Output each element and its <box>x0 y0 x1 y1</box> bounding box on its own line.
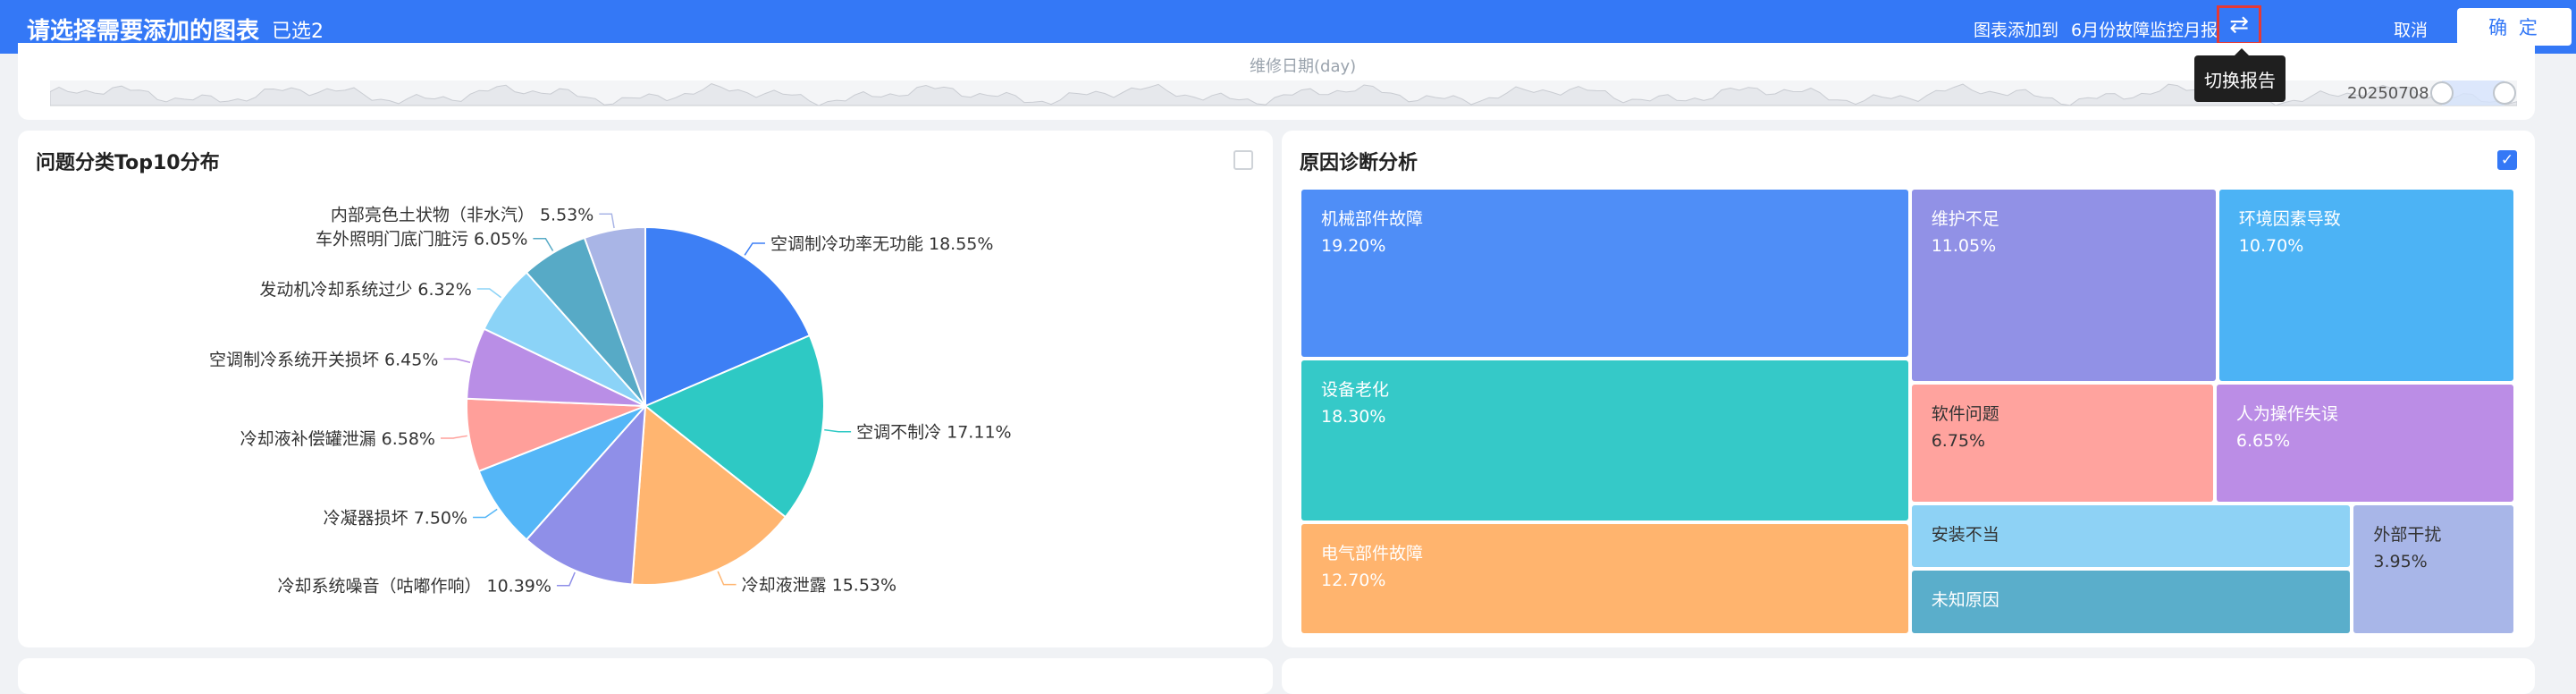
timeline-end-date: 20250708 <box>2347 84 2429 103</box>
treemap-cell[interactable]: 人为操作失误 6.65% <box>2216 385 2513 502</box>
treemap-card-title: 原因诊断分析 <box>1300 152 1418 174</box>
pie-chart-card[interactable]: 问题分类Top10分布 空调制冷功率无功能 18.55% 空调不制冷 17.11%… <box>18 131 1273 647</box>
treemap-card-checkbox[interactable]: ✓ <box>2497 150 2517 170</box>
pie-slice-label: 发动机冷却系统过少 6.32% <box>259 280 471 300</box>
treemap-cell-value: 10.70% <box>2238 236 2304 256</box>
pie-slice-label: 冷却液补偿罐泄漏 6.58% <box>240 429 435 449</box>
bottom-card-left <box>18 658 1273 694</box>
pie-slice-label: 空调制冷功率无功能 18.55% <box>770 234 994 254</box>
pie-slice-label: 冷却液泄露 15.53% <box>742 576 897 596</box>
treemap-cell-label: 环境因素导致 <box>2238 209 2341 229</box>
pie-label-line <box>473 508 498 519</box>
treemap-card[interactable]: 原因诊断分析 ✓ 机械部件故障 19.20% 设备老化 18.30% 电气部件故障 12.… <box>1282 131 2535 647</box>
treemap-cell-value: 18.30% <box>1321 407 1386 427</box>
treemap-cell-label: 外部干扰 <box>2373 524 2442 545</box>
treemap-cell-label: 安装不当 <box>1931 524 1999 545</box>
pie-slice-label: 冷凝器损坏 7.50% <box>324 509 467 529</box>
report-name[interactable]: 6月份故障监控月报 <box>2071 17 2218 41</box>
confirm-button[interactable]: 确 定 <box>2457 8 2572 46</box>
pie-slice-label: 冷却系统噪音（咕嘟作响） 10.39% <box>277 577 551 597</box>
treemap-cell-label: 人为操作失误 <box>2235 404 2338 425</box>
pie-label-line <box>533 237 554 251</box>
treemap-cell-label: 软件问题 <box>1931 404 1999 425</box>
treemap-cell[interactable]: 软件问题 6.75% <box>1911 385 2213 502</box>
pie-slice-label: 内部亮色土状物（非水汽） 5.53% <box>331 205 593 224</box>
treemap-cell[interactable]: 维护不足 11.05% <box>1911 190 2216 382</box>
treemap-cell-value: 19.20% <box>1321 236 1386 256</box>
treemap-cell-label: 未知原因 <box>1931 590 1999 611</box>
pie-label-line <box>443 358 471 364</box>
treemap-cell-label: 设备老化 <box>1321 380 1390 401</box>
pie-slice-label: 空调制冷系统开关损坏 6.45% <box>209 350 438 369</box>
treemap-cell-value: 6.65% <box>2235 431 2291 452</box>
swap-icon: ⇄ <box>2229 12 2249 38</box>
brush-handle-left[interactable] <box>2430 81 2454 105</box>
pie-label-line <box>744 242 765 256</box>
pie-label-line <box>440 435 467 439</box>
switch-report-button[interactable]: ⇄ <box>2217 5 2261 45</box>
pie-slice-label: 车外照明门底门脏污 6.05% <box>316 230 527 250</box>
check-icon: ✓ <box>2500 151 2514 169</box>
treemap-cell[interactable]: 未知原因 <box>1911 571 2351 633</box>
treemap-cell-label: 电气部件故障 <box>1321 543 1424 563</box>
pie-label-line <box>824 428 852 433</box>
pie-label-line <box>717 571 737 586</box>
treemap-cell-label: 维护不足 <box>1931 209 1999 229</box>
treemap-cell[interactable]: 电气部件故障 12.70% <box>1301 523 1908 633</box>
add-to-label: 图表添加到 <box>1974 21 2059 40</box>
treemap-cell[interactable]: 设备老化 18.30% <box>1301 360 1908 520</box>
treemap-cell[interactable]: 安装不当 <box>1911 504 2351 568</box>
treemap-chart: 机械部件故障 19.20% 设备老化 18.30% 电气部件故障 12.70% 维护不足 11… <box>1300 188 2515 635</box>
pie-slice-label: 空调不制冷 17.11% <box>856 423 1012 443</box>
timeline-brush[interactable] <box>50 77 2517 109</box>
treemap-cell-value: 12.70% <box>1321 570 1386 590</box>
switch-report-tooltip: 切换报告 <box>2194 48 2286 102</box>
treemap-cell[interactable]: 外部干扰 3.95% <box>2353 504 2513 633</box>
pie-label-line <box>476 288 502 299</box>
pie-label-line <box>599 213 615 229</box>
treemap-cell-value: 6.75% <box>1931 431 1986 452</box>
brush-handle-right[interactable] <box>2493 81 2516 105</box>
treemap-cell-label: 机械部件故障 <box>1321 209 1424 229</box>
bottom-card-right <box>1282 658 2535 694</box>
treemap-cell-value: 3.95% <box>2373 551 2428 571</box>
selected-count: 已选2 <box>272 21 324 43</box>
treemap-cell[interactable]: 机械部件故障 19.20% <box>1301 190 1908 358</box>
treemap-cell[interactable]: 环境因素导致 10.70% <box>2218 190 2513 382</box>
pie-chart: 空调制冷功率无功能 18.55% 空调不制冷 17.11% 冷却液泄露 15.53%… <box>209 205 1012 597</box>
treemap-cell-value: 11.05% <box>1931 236 1997 256</box>
cancel-button[interactable]: 取消 <box>2394 17 2428 41</box>
pie-label-line <box>556 571 576 587</box>
timeline-axis-label: 维修日期(day) <box>1250 57 1357 76</box>
dialog-title: 请选择需要添加的图表 <box>27 18 260 45</box>
